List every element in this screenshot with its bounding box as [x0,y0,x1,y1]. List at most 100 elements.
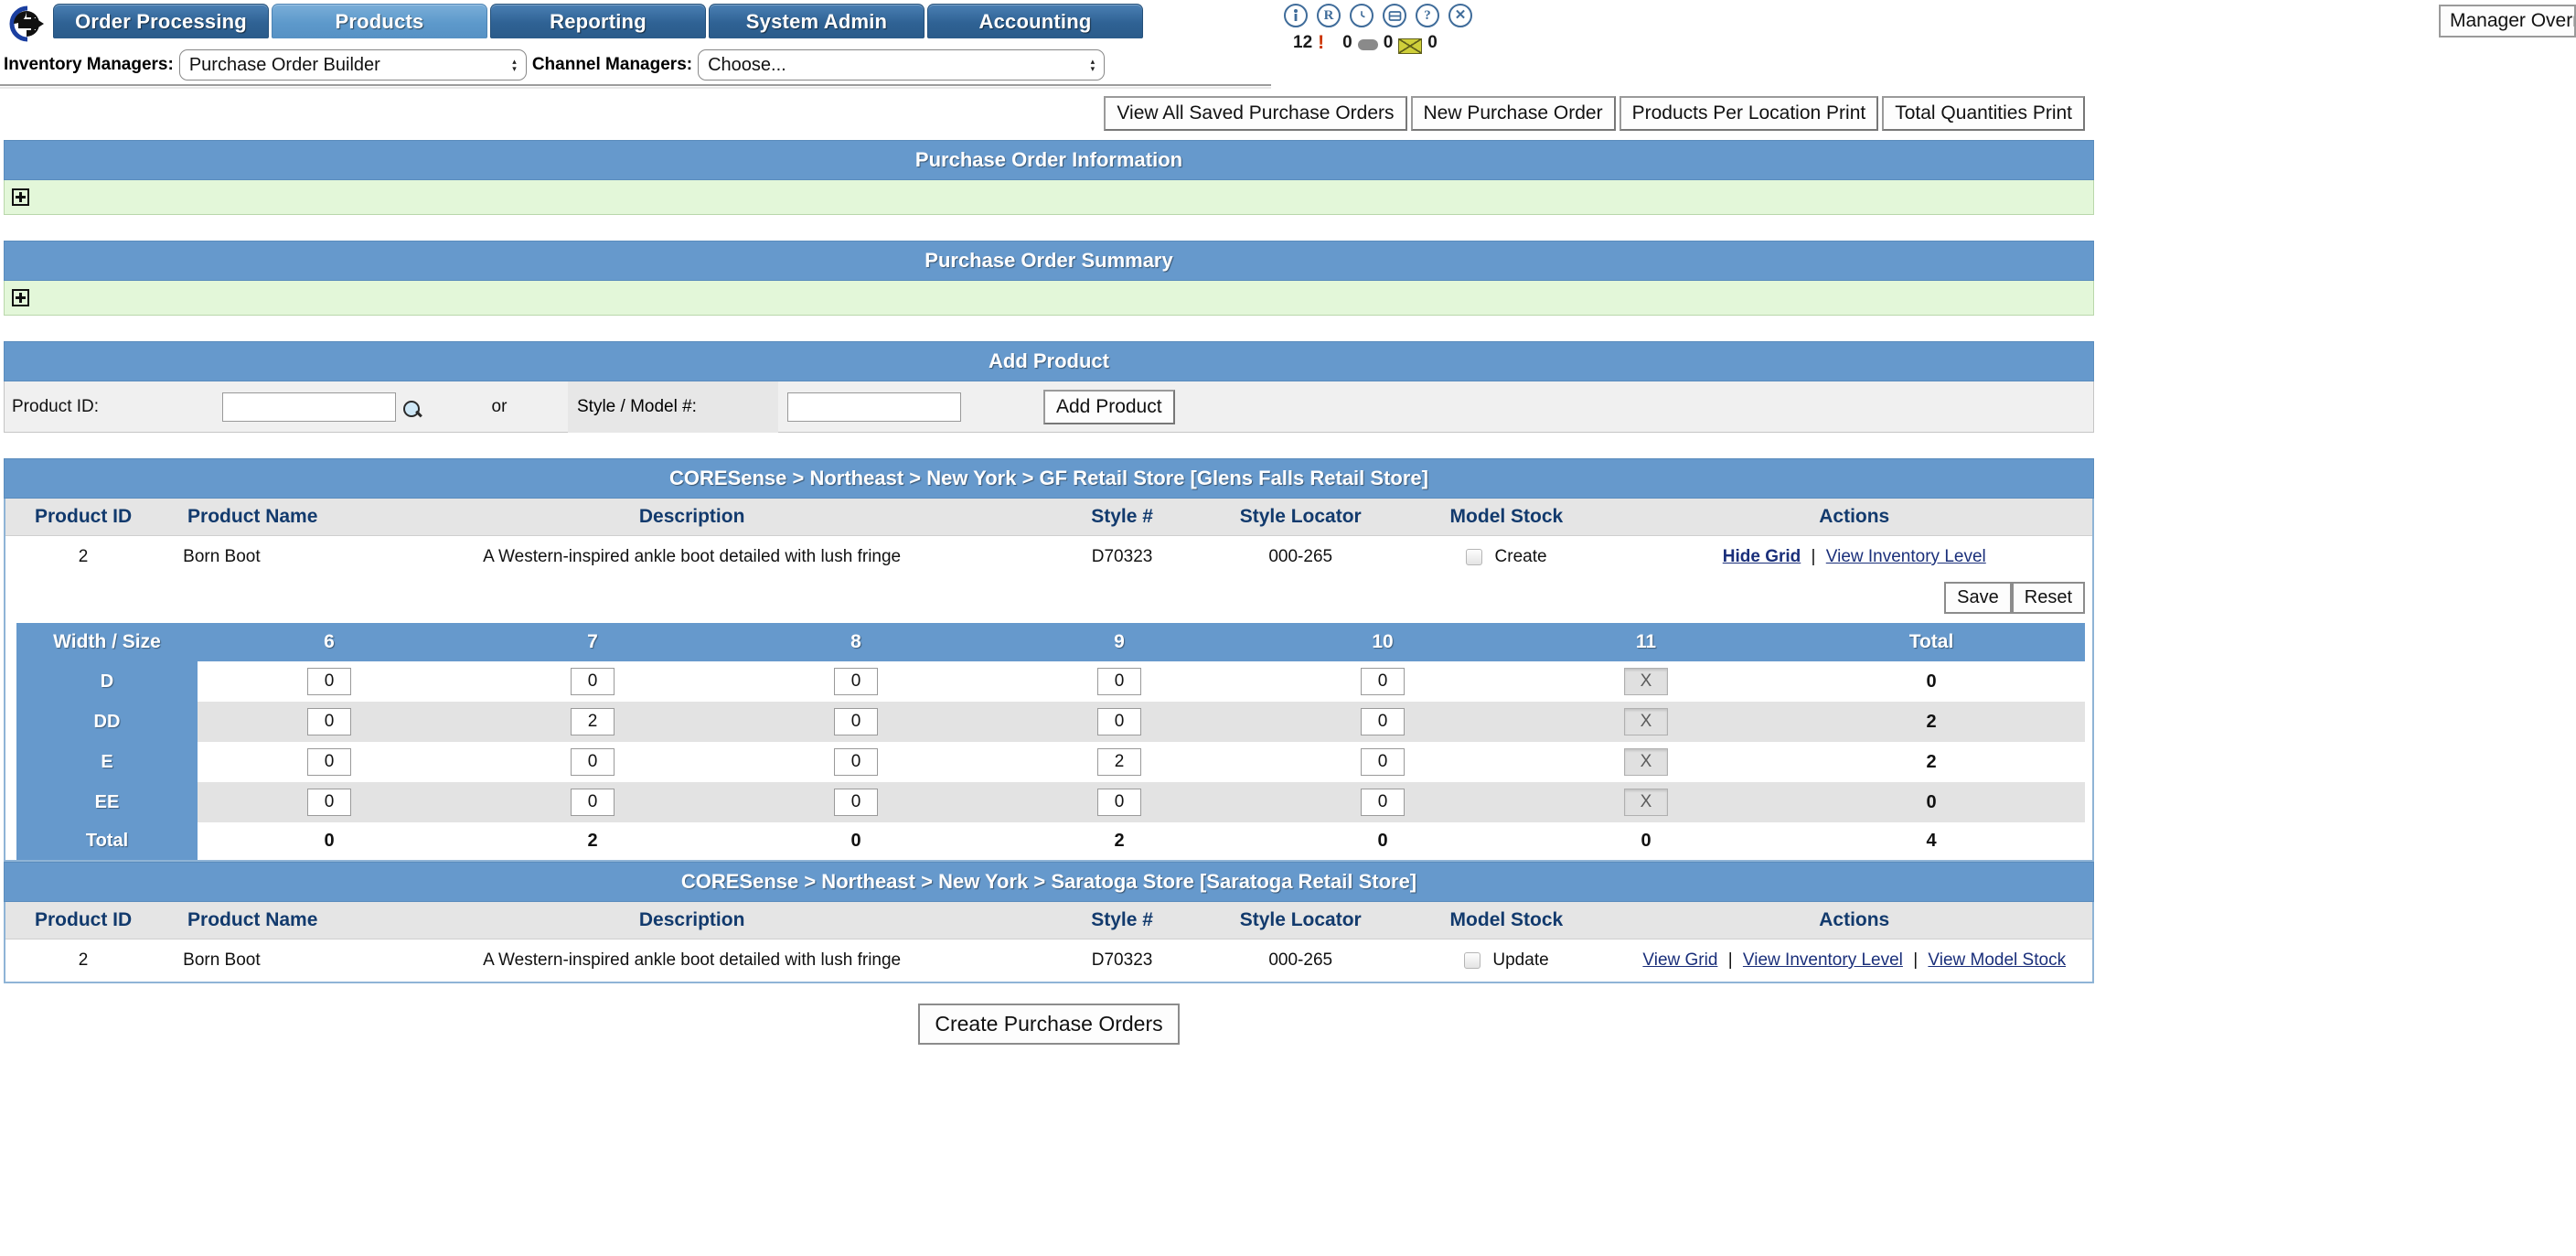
cell-product-id: 2 [5,939,162,982]
qty-input-E-7[interactable] [571,748,615,777]
header-product-id: Product ID [5,902,162,940]
product-id-input[interactable] [222,392,396,422]
cell-style-locator: 000-265 [1204,535,1397,579]
save-button[interactable]: Save [1944,582,2012,615]
purchase-order-summary-header: Purchase Order Summary [4,241,2094,281]
product-id-cell [213,392,431,422]
qty-input-EE-8[interactable] [834,789,878,817]
action-separator: | [1727,950,1733,971]
qty-input-EE-9[interactable] [1097,789,1141,817]
add-product-button-cell: Add Product [1034,389,1184,424]
cell-style-locator: 000-265 [1204,939,1397,982]
qty-input-EE-7[interactable] [571,789,615,817]
model-stock-update-checkbox[interactable] [1464,952,1481,970]
header-actions: Actions [1616,902,2092,940]
qty-input-DD-7[interactable] [571,708,615,736]
view-inventory-level-link[interactable]: View Inventory Level [1743,950,1903,970]
purchase-order-toolbar: View All Saved Purchase Orders New Purch… [0,89,2094,140]
qty-input-E-6[interactable] [307,748,351,777]
tab-products[interactable]: Products [272,4,487,38]
grid-cell-DD-6 [198,702,461,743]
view-grid-link[interactable]: View Grid [1642,950,1717,970]
inventory-managers-select[interactable]: Purchase Order Builder [178,49,527,81]
inventory-managers-select-wrap: Purchase Order Builder [178,49,527,81]
style-model-input[interactable] [787,392,961,422]
action-separator: | [1913,950,1919,971]
grid-cell-EE-10 [1251,782,1514,823]
qty-input-D-8[interactable] [834,668,878,696]
expand-plus-icon[interactable] [12,289,29,306]
header-description: Description [344,499,1040,536]
grid-cell-D-11 [1514,661,1778,703]
model-stock-create-checkbox[interactable] [1466,549,1483,565]
size-width-grid-wrap: Width / Size 6 7 8 9 10 11 Total D 0 0 0… [5,623,2092,861]
qty-input-DD-6[interactable] [307,708,351,736]
header-style-number: Style # [1039,499,1205,536]
add-product-header: Add Product [4,341,2094,381]
channel-managers-select[interactable]: Choose... [698,49,1106,81]
close-icon[interactable]: ✕ [1448,4,1472,27]
cell-product-id: 2 [5,535,162,579]
qty-input-D-6[interactable] [307,668,351,696]
qty-input-D-7[interactable] [571,668,615,696]
cell-model-stock: Create [1396,535,1617,579]
grid-col-total-11: 0 [1514,822,1778,861]
qty-input-D-10[interactable] [1361,668,1405,696]
clock-icon[interactable] [1350,4,1374,27]
grid-cell-E-7 [461,742,724,783]
total-quantities-print-button[interactable]: Total Quantities Print [1882,96,2085,131]
channel-managers-select-wrap: Choose... [698,49,1106,81]
or-label: or [491,396,508,416]
new-purchase-order-button[interactable]: New Purchase Order [1410,96,1616,131]
channel-managers-label: Channel Managers: [531,55,693,74]
tab-system-admin[interactable]: System Admin [709,4,925,38]
info-person-icon[interactable] [1284,4,1308,27]
registered-icon[interactable]: R [1317,4,1341,27]
alert-exclamation-icon: ! [1318,32,1325,53]
cell-actions: View Grid | View Inventory Level | View … [1616,939,2092,982]
create-purchase-orders-button[interactable]: Create Purchase Orders [918,1004,1180,1046]
mail-count: 0 [1383,33,1394,52]
view-all-saved-purchase-orders-button[interactable]: View All Saved Purchase Orders [1104,96,1407,131]
manager-override-button[interactable]: Manager Override [2439,5,2576,38]
add-product-button[interactable]: Add Product [1043,389,1175,424]
grid-row-label-E: E [16,742,198,783]
grid-row-total-D: 0 [1778,661,2085,703]
envelope-icon [1398,38,1423,54]
view-model-stock-link[interactable]: View Model Stock [1928,950,2066,970]
header-style-locator: Style Locator [1204,499,1397,536]
view-inventory-level-link[interactable]: View Inventory Level [1826,547,1986,566]
grid-row-total-DD: 2 [1778,702,2085,743]
qty-input-EE-10[interactable] [1361,789,1405,817]
qty-input-DD-8[interactable] [834,708,878,736]
header-product-name: Product Name [161,499,345,536]
grid-cell-EE-8 [724,782,988,823]
qty-input-DD-10[interactable] [1361,708,1405,736]
help-icon[interactable]: ? [1416,4,1439,27]
grid-cell-DD-10 [1251,702,1514,743]
grid-header-row: Width / Size 6 7 8 9 10 11 Total [16,623,2085,662]
grid-cell-EE-6 [198,782,461,823]
qty-input-D-9[interactable] [1097,668,1141,696]
reset-button[interactable]: Reset [2011,582,2085,615]
grid-cell-EE-7 [461,782,724,823]
message-board-icon[interactable] [1383,4,1406,27]
qty-input-DD-9[interactable] [1097,708,1141,736]
grid-size-10: 10 [1251,623,1514,662]
tab-accounting[interactable]: Accounting [927,4,1143,38]
tab-reporting[interactable]: Reporting [490,4,706,38]
qty-input-D-11 [1624,668,1668,696]
action-separator: | [1811,547,1816,566]
products-per-location-print-button[interactable]: Products Per Location Print [1619,96,1879,131]
grid-cell-DD-8 [724,702,988,743]
qty-input-E-10[interactable] [1361,748,1405,777]
magnifier-icon[interactable] [403,400,422,419]
grid-col-total-10: 0 [1251,822,1514,861]
qty-input-E-8[interactable] [834,748,878,777]
expand-plus-icon[interactable] [12,188,29,206]
qty-input-EE-6[interactable] [307,789,351,817]
tab-order-processing[interactable]: Order Processing [53,4,269,38]
hide-grid-link[interactable]: Hide Grid [1723,547,1801,566]
qty-input-E-9[interactable] [1097,748,1141,777]
grid-cell-EE-11 [1514,782,1778,823]
